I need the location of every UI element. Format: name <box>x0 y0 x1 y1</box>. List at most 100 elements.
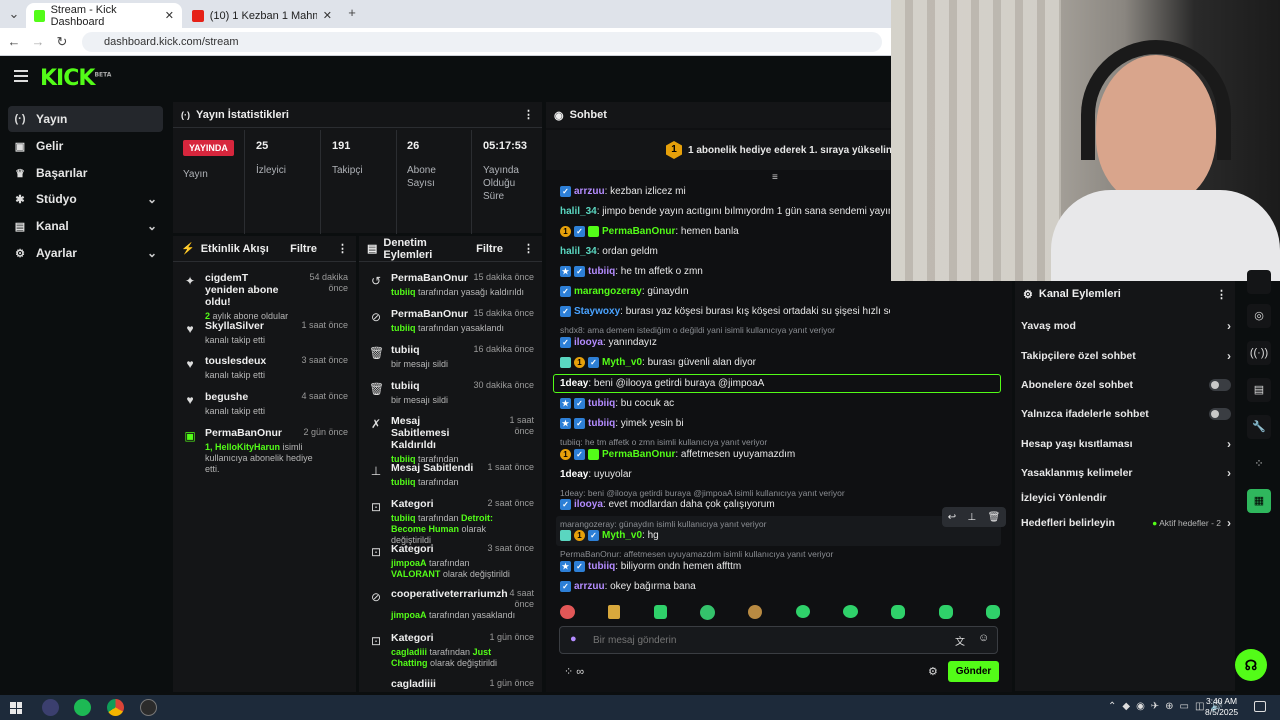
delete-icon[interactable]: 🗑 <box>988 512 1001 523</box>
shapes-icon[interactable]: ⁘ <box>1247 452 1271 476</box>
kick-logo[interactable]: KICKBETA <box>40 66 111 91</box>
sidebar-item-studio[interactable]: ✱ Stüdyo ⌄ <box>8 186 163 212</box>
tab-list-icon[interactable]: ⌄ <box>6 6 22 22</box>
heart-icon: ♥ <box>186 393 194 407</box>
broadcast-icon: (·) <box>14 113 26 125</box>
tab-youtube[interactable]: (10) 1 Kezban 1 Mahmut | 7. Bö ✕ <box>184 3 340 28</box>
support-icon[interactable]: ☊ <box>1235 649 1267 681</box>
account-age-row[interactable]: Hesap yaşı kısıtlaması › <box>1021 434 1231 454</box>
menu-icon[interactable] <box>14 70 28 82</box>
moderation-detail: cagladiii tarafından Just Chatting olara… <box>391 647 498 668</box>
green-tool-icon[interactable]: ▦ <box>1247 489 1271 513</box>
row-label: Yavaş mod <box>1021 320 1076 332</box>
emote-only-row: Yalnızca ifadelerle sohbet <box>1021 404 1231 424</box>
sidebar-item-settings[interactable]: ⚙ Ayarlar ⌄ <box>8 240 163 266</box>
moderation-time: 15 dakika önce <box>473 272 534 282</box>
studio-icon: ✱ <box>15 193 25 206</box>
emote-only-toggle[interactable] <box>1209 408 1231 420</box>
rank-badge-icon: 1 <box>560 226 571 237</box>
moderation-time: 15 dakika önce <box>473 308 534 318</box>
sidebar-item-stream[interactable]: (·) Yayın <box>8 106 163 132</box>
stat-followers: 191 Takipçi <box>322 130 397 234</box>
forward-icon[interactable]: → <box>30 34 46 50</box>
emote-icon[interactable] <box>795 605 810 618</box>
sidebar-item-revenue[interactable]: ▣ Gelir <box>8 133 163 159</box>
moderation-detail: jimpoaA tarafından VALORANT olarak değiş… <box>391 558 510 579</box>
emote-icon[interactable] <box>891 605 906 619</box>
more-options-icon[interactable]: ⋮ <box>523 108 534 121</box>
emote-icon[interactable] <box>842 605 858 618</box>
reload-icon[interactable]: ↻ <box>54 34 70 50</box>
filter-button[interactable]: Filtre <box>476 243 503 255</box>
more-options-icon[interactable]: ⋮ <box>337 242 348 255</box>
gear-icon: ⚙ <box>1023 288 1033 301</box>
slow-mode-row[interactable]: Yavaş mod › <box>1021 316 1231 336</box>
layout-icon[interactable]: ▤ <box>1247 378 1271 402</box>
kick-points-icon[interactable]: ⁘ ∞ <box>564 665 584 678</box>
collapse-pinned-icon[interactable]: ≡ <box>772 172 778 183</box>
rail-button-1[interactable] <box>1247 270 1271 294</box>
reply-icon[interactable]: ↩ <box>948 512 956 523</box>
emoji-icon[interactable]: ☺ <box>978 632 989 644</box>
close-tab-icon[interactable]: ✕ <box>323 9 332 22</box>
youtube-favicon <box>192 9 204 22</box>
start-icon[interactable] <box>10 702 22 714</box>
moderation-time: 16 dakika önce <box>473 344 534 354</box>
undo-icon: ↺ <box>370 274 382 288</box>
broadcast-settings-icon[interactable]: ((·)) <box>1247 341 1271 365</box>
emote-icon[interactable] <box>985 605 1000 619</box>
moderator-badge-icon: ✓ <box>560 337 571 348</box>
tab-kick-dashboard[interactable]: Stream - Kick Dashboard ✕ <box>26 3 182 28</box>
emote-icon[interactable] <box>560 605 575 619</box>
new-tab-icon[interactable]: + <box>344 5 360 21</box>
banned-words-row[interactable]: Yasaklanmış kelimeler › <box>1021 463 1231 483</box>
broadcaster-badge-icon: ★ <box>560 561 571 572</box>
stat-label: Takipçi <box>332 165 363 176</box>
sidebar-item-label: Ayarlar <box>36 246 77 260</box>
sidebar-item-channel[interactable]: ▤ Kanal ⌄ <box>8 213 163 239</box>
send-button[interactable]: Gönder <box>948 661 999 682</box>
subscribers-only-toggle[interactable] <box>1209 379 1231 391</box>
chrome-icon[interactable] <box>107 699 124 716</box>
chat-input[interactable] <box>593 632 923 648</box>
pin-icon[interactable]: ⊥ <box>967 512 976 523</box>
notifications-icon[interactable] <box>1254 701 1266 712</box>
og-badge-icon <box>560 357 571 368</box>
row-label: Yasaklanmış kelimeler <box>1021 467 1133 479</box>
host-viewers-row[interactable]: İzleyici Yönlendir <box>1021 488 1231 508</box>
obs-icon[interactable] <box>140 699 157 716</box>
set-goals-row[interactable]: Hedefleri belirleyin ● Aktif hedefler - … <box>1021 513 1231 533</box>
clock[interactable]: 3:40 AM 8/5/2025 <box>1205 696 1238 718</box>
emote-icon[interactable] <box>653 605 667 619</box>
more-options-icon[interactable]: ⋮ <box>1216 288 1227 301</box>
rank-badge-icon: 1 <box>574 530 585 541</box>
back-icon[interactable]: ← <box>6 34 22 50</box>
wrench-icon[interactable]: 🔧 <box>1247 415 1271 439</box>
spotify-icon[interactable] <box>74 699 91 716</box>
chevron-right-icon: › <box>1227 516 1231 530</box>
emote-icon[interactable] <box>608 605 621 619</box>
moderation-time: 1 gün önce <box>489 678 534 688</box>
url-field[interactable]: dashboard.kick.com/stream <box>82 32 882 52</box>
document-icon: ▤ <box>367 243 378 255</box>
chat-toggle-icon[interactable]: ◎ <box>1247 304 1271 328</box>
emote-icon[interactable] <box>748 605 763 619</box>
moderation-item: ↺ PermaBanOnur tubiiq tarafından yasağı … <box>359 272 542 298</box>
trash-icon: 🗑 <box>369 346 385 360</box>
chat-input-box[interactable]: ● 文 ☺ <box>559 626 998 654</box>
sidebar-item-achievements[interactable]: ♛ Başarılar <box>8 160 163 186</box>
broadcaster-badge-icon: ★ <box>560 418 571 429</box>
microphone-icon[interactable]: ● <box>570 633 577 645</box>
app-icon[interactable] <box>42 699 59 716</box>
followers-only-row[interactable]: Takipçilere özel sohbet › <box>1021 346 1231 366</box>
more-options-icon[interactable]: ⋮ <box>523 242 534 255</box>
moderator-badge-icon: ✓ <box>588 530 599 541</box>
moderation-item: ⊡ Kategori cagladiii tarafından Just Cha… <box>359 632 542 669</box>
emote-icon[interactable] <box>699 605 715 620</box>
emote-icon[interactable] <box>938 605 953 619</box>
chat-settings-icon[interactable]: ⚙ <box>928 665 938 678</box>
translate-icon[interactable]: 文 <box>955 633 965 648</box>
close-tab-icon[interactable]: ✕ <box>165 9 174 22</box>
filter-button[interactable]: Filtre <box>290 243 317 255</box>
moderation-item: ⊘ PermaBanOnur tubiiq tarafından yasakla… <box>359 308 542 334</box>
